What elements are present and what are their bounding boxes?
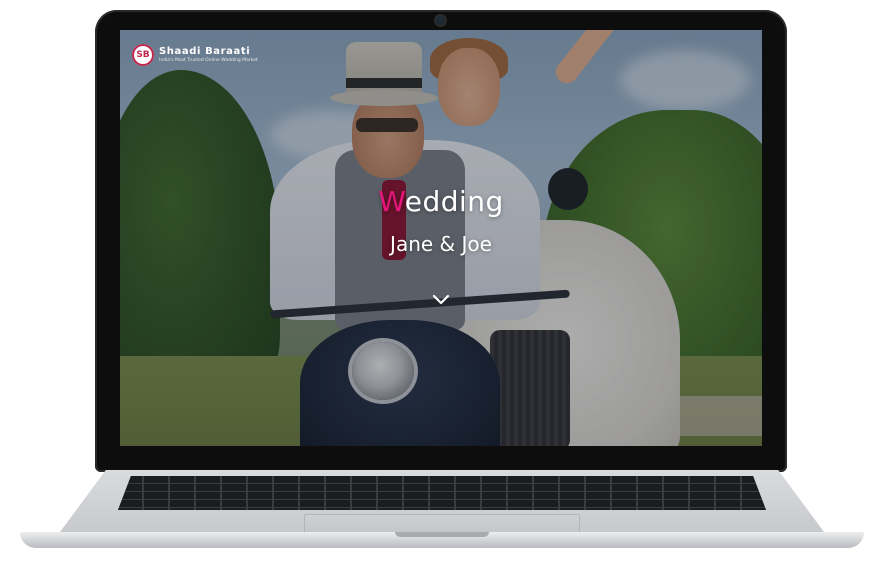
logo-tagline: India's Most Trusted Online Wedding Mark…: [159, 58, 258, 63]
laptop-screen: SB Shaadi Baraati India's Most Trusted O…: [120, 30, 762, 446]
laptop-keyboard: [118, 476, 766, 510]
hero-couple-names: Jane & Joe: [390, 232, 492, 256]
scroll-down-button[interactable]: [430, 292, 452, 308]
hero-title-rest: edding: [404, 185, 504, 218]
hero-title: Wedding: [120, 185, 762, 218]
webcam-icon: [436, 16, 445, 25]
shaadi-baraati-logo-icon: SB: [132, 44, 154, 66]
logo-name: Shaadi Baraati: [159, 46, 251, 57]
laptop-mockup: SB Shaadi Baraati India's Most Trusted O…: [0, 0, 884, 563]
chevron-down-icon: [432, 294, 450, 305]
laptop-opening-notch: [395, 532, 489, 537]
hero-title-accent: W: [378, 185, 405, 218]
site-logo[interactable]: SB Shaadi Baraati India's Most Trusted O…: [132, 44, 258, 66]
